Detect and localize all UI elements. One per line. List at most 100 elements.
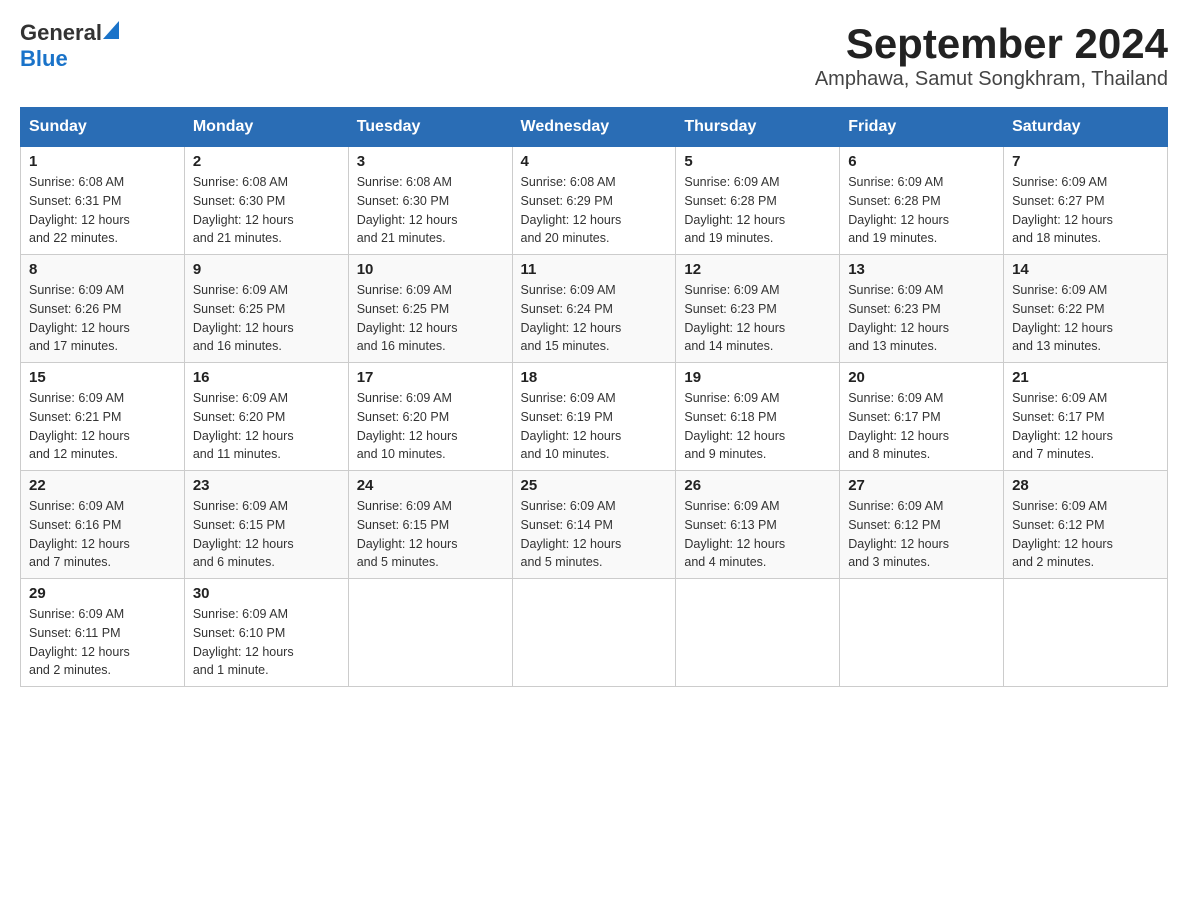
day-info: Sunrise: 6:09 AMSunset: 6:26 PMDaylight:… xyxy=(29,281,176,356)
calendar-cell: 12 Sunrise: 6:09 AMSunset: 6:23 PMDayligh… xyxy=(676,255,840,363)
weekday-header-friday: Friday xyxy=(840,108,1004,147)
day-info: Sunrise: 6:09 AMSunset: 6:20 PMDaylight:… xyxy=(357,389,504,464)
calendar-cell: 20 Sunrise: 6:09 AMSunset: 6:17 PMDayligh… xyxy=(840,363,1004,471)
calendar-cell: 18 Sunrise: 6:09 AMSunset: 6:19 PMDayligh… xyxy=(512,363,676,471)
calendar-cell xyxy=(676,579,840,687)
day-number: 6 xyxy=(848,153,995,170)
day-number: 23 xyxy=(193,477,340,494)
calendar-cell: 21 Sunrise: 6:09 AMSunset: 6:17 PMDayligh… xyxy=(1004,363,1168,471)
calendar-cell: 2Sunrise: 6:08 AMSunset: 6:30 PMDaylight… xyxy=(184,147,348,255)
day-info: Sunrise: 6:09 AMSunset: 6:23 PMDaylight:… xyxy=(848,281,995,356)
weekday-header-tuesday: Tuesday xyxy=(348,108,512,147)
logo-general-text: General xyxy=(20,20,102,46)
calendar-table: SundayMondayTuesdayWednesdayThursdayFrid… xyxy=(20,107,1168,687)
day-info: Sunrise: 6:09 AMSunset: 6:18 PMDaylight:… xyxy=(684,389,831,464)
calendar-cell: 9Sunrise: 6:09 AMSunset: 6:25 PMDaylight… xyxy=(184,255,348,363)
calendar-cell: 26 Sunrise: 6:09 AMSunset: 6:13 PMDayligh… xyxy=(676,471,840,579)
day-number: 16 xyxy=(193,369,340,386)
day-number: 13 xyxy=(848,261,995,278)
weekday-header-wednesday: Wednesday xyxy=(512,108,676,147)
day-info: Sunrise: 6:09 AMSunset: 6:12 PMDaylight:… xyxy=(1012,497,1159,572)
day-info: Sunrise: 6:09 AMSunset: 6:11 PMDaylight:… xyxy=(29,605,176,680)
weekday-header-saturday: Saturday xyxy=(1004,108,1168,147)
day-number: 20 xyxy=(848,369,995,386)
calendar-cell: 30Sunrise: 6:09 AMSunset: 6:10 PMDayligh… xyxy=(184,579,348,687)
page-header: General Blue September 2024 Amphawa, Sam… xyxy=(20,20,1168,91)
day-info: Sunrise: 6:09 AMSunset: 6:13 PMDaylight:… xyxy=(684,497,831,572)
day-number: 3 xyxy=(357,153,504,170)
calendar-cell: 17Sunrise: 6:09 AMSunset: 6:20 PMDayligh… xyxy=(348,363,512,471)
day-info: Sunrise: 6:09 AMSunset: 6:22 PMDaylight:… xyxy=(1012,281,1159,356)
calendar-week-row: 15 Sunrise: 6:09 AMSunset: 6:21 PMDayligh… xyxy=(21,363,1168,471)
day-info: Sunrise: 6:09 AMSunset: 6:24 PMDaylight:… xyxy=(521,281,668,356)
day-info: Sunrise: 6:09 AMSunset: 6:28 PMDaylight:… xyxy=(848,173,995,248)
day-number: 10 xyxy=(357,261,504,278)
calendar-cell: 1 Sunrise: 6:08 AMSunset: 6:31 PMDaylight… xyxy=(21,147,185,255)
day-number: 4 xyxy=(521,153,668,170)
day-info: Sunrise: 6:09 AMSunset: 6:17 PMDaylight:… xyxy=(848,389,995,464)
day-number: 2 xyxy=(193,153,340,170)
calendar-cell: 28 Sunrise: 6:09 AMSunset: 6:12 PMDayligh… xyxy=(1004,471,1168,579)
calendar-week-row: 22 Sunrise: 6:09 AMSunset: 6:16 PMDayligh… xyxy=(21,471,1168,579)
day-info: Sunrise: 6:09 AMSunset: 6:25 PMDaylight:… xyxy=(357,281,504,356)
calendar-cell: 27 Sunrise: 6:09 AMSunset: 6:12 PMDayligh… xyxy=(840,471,1004,579)
day-info: Sunrise: 6:09 AMSunset: 6:12 PMDaylight:… xyxy=(848,497,995,572)
day-info: Sunrise: 6:09 AMSunset: 6:28 PMDaylight:… xyxy=(684,173,831,248)
day-info: Sunrise: 6:09 AMSunset: 6:15 PMDaylight:… xyxy=(357,497,504,572)
calendar-cell: 24 Sunrise: 6:09 AMSunset: 6:15 PMDayligh… xyxy=(348,471,512,579)
calendar-cell: 13 Sunrise: 6:09 AMSunset: 6:23 PMDayligh… xyxy=(840,255,1004,363)
calendar-cell: 5 Sunrise: 6:09 AMSunset: 6:28 PMDaylight… xyxy=(676,147,840,255)
calendar-cell: 15 Sunrise: 6:09 AMSunset: 6:21 PMDayligh… xyxy=(21,363,185,471)
day-info: Sunrise: 6:09 AMSunset: 6:15 PMDaylight:… xyxy=(193,497,340,572)
day-number: 25 xyxy=(521,477,668,494)
day-number: 11 xyxy=(521,261,668,278)
day-number: 14 xyxy=(1012,261,1159,278)
calendar-cell: 8 Sunrise: 6:09 AMSunset: 6:26 PMDaylight… xyxy=(21,255,185,363)
day-number: 21 xyxy=(1012,369,1159,386)
calendar-cell xyxy=(840,579,1004,687)
day-number: 29 xyxy=(29,585,176,602)
day-number: 27 xyxy=(848,477,995,494)
day-number: 12 xyxy=(684,261,831,278)
day-info: Sunrise: 6:09 AMSunset: 6:14 PMDaylight:… xyxy=(521,497,668,572)
location-subtitle: Amphawa, Samut Songkhram, Thailand xyxy=(815,68,1168,91)
calendar-week-row: 8 Sunrise: 6:09 AMSunset: 6:26 PMDaylight… xyxy=(21,255,1168,363)
day-number: 8 xyxy=(29,261,176,278)
logo-blue-text: Blue xyxy=(20,46,68,71)
day-number: 18 xyxy=(521,369,668,386)
calendar-cell: 16 Sunrise: 6:09 AMSunset: 6:20 PMDayligh… xyxy=(184,363,348,471)
logo-triangle-icon xyxy=(103,21,119,39)
day-info: Sunrise: 6:09 AMSunset: 6:16 PMDaylight:… xyxy=(29,497,176,572)
calendar-cell: 11 Sunrise: 6:09 AMSunset: 6:24 PMDayligh… xyxy=(512,255,676,363)
day-info: Sunrise: 6:09 AMSunset: 6:19 PMDaylight:… xyxy=(521,389,668,464)
calendar-cell xyxy=(1004,579,1168,687)
calendar-cell: 4 Sunrise: 6:08 AMSunset: 6:29 PMDaylight… xyxy=(512,147,676,255)
day-info: Sunrise: 6:09 AMSunset: 6:27 PMDaylight:… xyxy=(1012,173,1159,248)
day-info: Sunrise: 6:09 AMSunset: 6:17 PMDaylight:… xyxy=(1012,389,1159,464)
day-number: 7 xyxy=(1012,153,1159,170)
day-info: Sunrise: 6:09 AMSunset: 6:20 PMDaylight:… xyxy=(193,389,340,464)
day-number: 26 xyxy=(684,477,831,494)
calendar-cell: 7 Sunrise: 6:09 AMSunset: 6:27 PMDaylight… xyxy=(1004,147,1168,255)
day-number: 28 xyxy=(1012,477,1159,494)
day-number: 5 xyxy=(684,153,831,170)
calendar-cell: 23 Sunrise: 6:09 AMSunset: 6:15 PMDayligh… xyxy=(184,471,348,579)
day-info: Sunrise: 6:09 AMSunset: 6:10 PMDaylight:… xyxy=(193,605,340,680)
month-year-title: September 2024 xyxy=(815,20,1168,68)
title-area: September 2024 Amphawa, Samut Songkhram,… xyxy=(815,20,1168,91)
calendar-cell: 29 Sunrise: 6:09 AMSunset: 6:11 PMDayligh… xyxy=(21,579,185,687)
day-info: Sunrise: 6:09 AMSunset: 6:21 PMDaylight:… xyxy=(29,389,176,464)
day-info: Sunrise: 6:09 AMSunset: 6:23 PMDaylight:… xyxy=(684,281,831,356)
day-info: Sunrise: 6:08 AMSunset: 6:29 PMDaylight:… xyxy=(521,173,668,248)
day-info: Sunrise: 6:08 AMSunset: 6:30 PMDaylight:… xyxy=(357,173,504,248)
day-info: Sunrise: 6:09 AMSunset: 6:25 PMDaylight:… xyxy=(193,281,340,356)
day-number: 1 xyxy=(29,153,176,170)
day-number: 22 xyxy=(29,477,176,494)
day-number: 24 xyxy=(357,477,504,494)
calendar-week-row: 29 Sunrise: 6:09 AMSunset: 6:11 PMDayligh… xyxy=(21,579,1168,687)
day-info: Sunrise: 6:08 AMSunset: 6:31 PMDaylight:… xyxy=(29,173,176,248)
day-number: 15 xyxy=(29,369,176,386)
weekday-header-row: SundayMondayTuesdayWednesdayThursdayFrid… xyxy=(21,108,1168,147)
calendar-cell: 25 Sunrise: 6:09 AMSunset: 6:14 PMDayligh… xyxy=(512,471,676,579)
day-number: 19 xyxy=(684,369,831,386)
